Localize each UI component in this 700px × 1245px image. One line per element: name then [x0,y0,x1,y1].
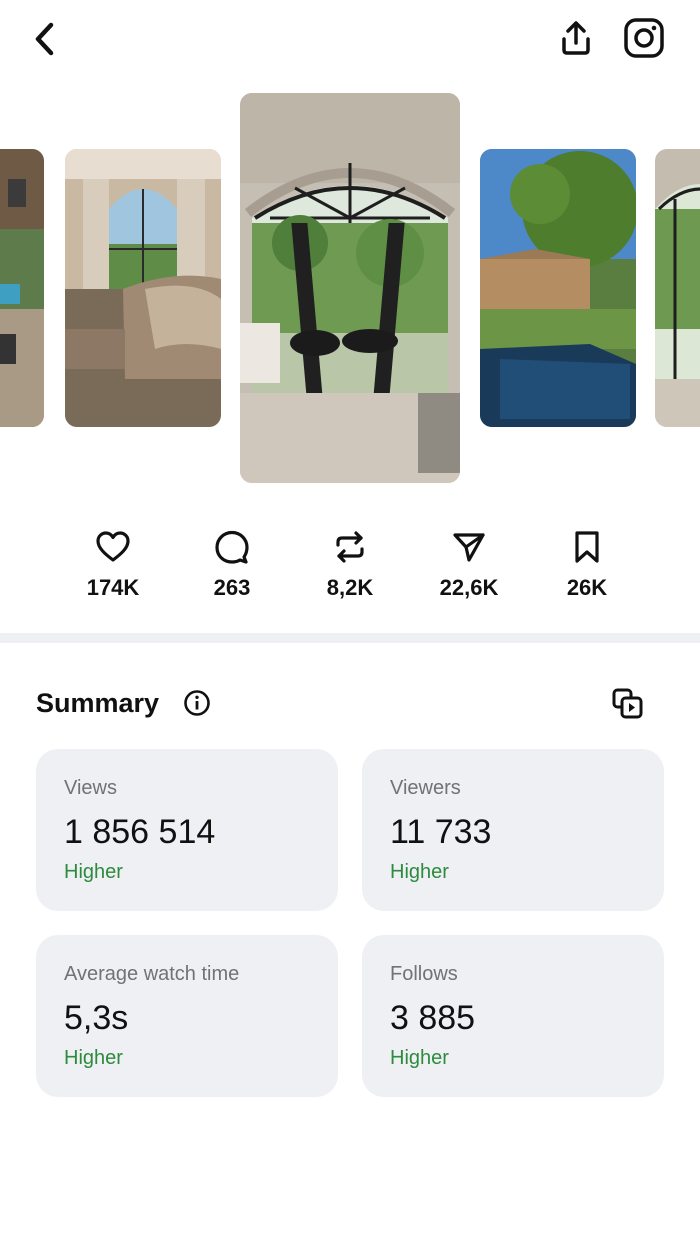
top-bar [0,0,700,80]
avg-watch-time-card[interactable]: Average watch time 5,3s Higher [36,935,338,1097]
share-upload-icon[interactable] [552,14,600,62]
comment-icon [172,525,292,569]
card-label: Average watch time [64,963,240,985]
reposts-stat: 8,2K [290,525,410,601]
reposts-count: 8,2K [326,575,374,600]
bookmark-icon [527,525,647,569]
video-thumbnail-active[interactable] [240,93,460,483]
engagement-stats: 174K 263 8,2K 22,6K 26K [0,525,700,615]
viewers-card[interactable]: Viewers 11 733 Higher [362,749,664,911]
card-trend: Higher [64,1047,123,1069]
likes-stat: 174K [53,525,173,601]
card-value: 1 856 514 [64,813,216,851]
likes-count: 174K [86,575,140,600]
saves-count: 26K [566,575,608,600]
shares-stat: 22,6K [409,525,529,601]
card-value: 11 733 [390,813,492,851]
video-thumbnail[interactable] [65,149,221,427]
card-label: Views [64,777,117,799]
section-divider [0,633,700,643]
video-thumbnail[interactable] [480,149,636,427]
card-label: Viewers [390,777,461,799]
saves-stat: 26K [527,525,647,601]
video-carousel[interactable] [0,90,700,490]
send-icon [409,525,529,569]
views-card[interactable]: Views 1 856 514 Higher [36,749,338,911]
shares-count: 22,6K [439,575,499,600]
card-value: 3 885 [390,999,476,1037]
copy-video-icon[interactable] [610,686,646,722]
repost-icon [290,525,410,569]
heart-icon [53,525,173,569]
info-icon[interactable] [182,688,212,718]
instagram-icon[interactable] [620,14,668,62]
card-trend: Higher [390,861,449,883]
summary-title: Summary [36,688,160,718]
chevron-left-icon[interactable] [22,16,68,62]
follows-card[interactable]: Follows 3 885 Higher [362,935,664,1097]
comments-stat: 263 [172,525,292,601]
card-trend: Higher [390,1047,449,1069]
comments-count: 263 [213,575,251,600]
video-thumbnail[interactable] [655,149,700,427]
card-trend: Higher [64,861,123,883]
card-label: Follows [390,963,458,985]
video-thumbnail[interactable] [0,149,44,427]
card-value: 5,3s [64,999,129,1037]
summary-header: Summary [36,682,666,726]
